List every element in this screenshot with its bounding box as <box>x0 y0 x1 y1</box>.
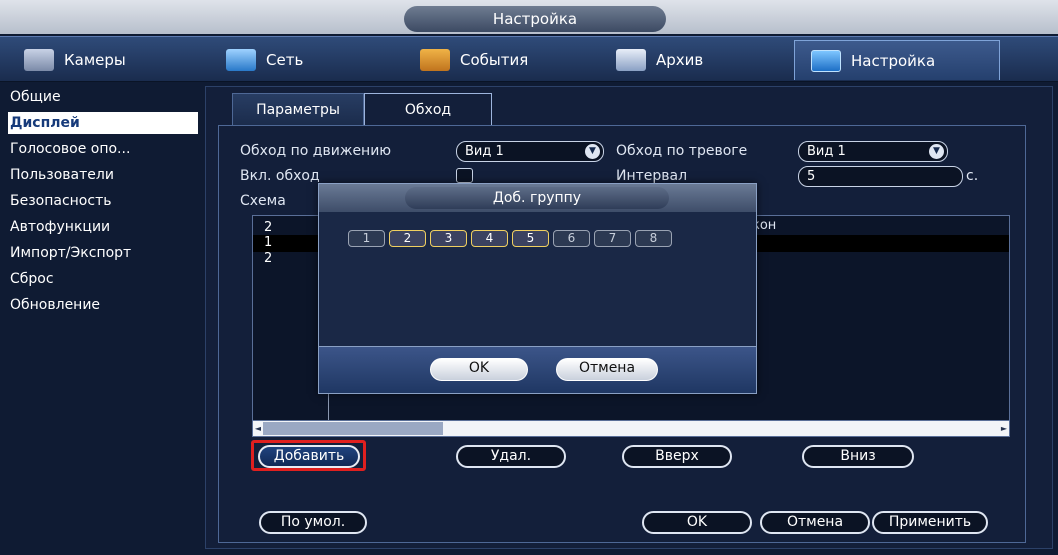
motion-tour-select[interactable]: Вид 1 ▼ <box>456 141 604 162</box>
move-down-button[interactable]: Вниз <box>802 445 914 468</box>
ok-button[interactable]: OK <box>642 511 752 534</box>
subtab-tour[interactable]: Обход <box>364 93 492 125</box>
list-row[interactable]: 2 <box>264 251 272 266</box>
alarm-tour-value: Вид 1 <box>807 144 846 159</box>
tab-archive[interactable]: Архив <box>600 40 790 80</box>
settings-icon <box>811 49 841 72</box>
dialog-footer: OK Отмена <box>319 346 756 393</box>
dialog-ok-button[interactable]: OK <box>430 358 528 381</box>
list-horizontal-scrollbar[interactable]: ◄ ► <box>252 420 1010 437</box>
sidebar-item-update[interactable]: Обновление <box>8 294 198 316</box>
interval-unit: с. <box>966 168 979 184</box>
scroll-left-icon[interactable]: ◄ <box>253 422 263 435</box>
tab-settings[interactable]: Настройка <box>794 40 1000 80</box>
tab-label: Сеть <box>266 51 304 69</box>
channel-checkbox-row: 1 2 3 4 5 6 7 8 <box>348 230 672 247</box>
sidebar-item-reset[interactable]: Сброс <box>8 268 198 290</box>
move-up-button[interactable]: Вверх <box>622 445 732 468</box>
channel-checkbox[interactable]: 1 <box>348 230 385 247</box>
apply-button[interactable]: Применить <box>872 511 988 534</box>
sidebar-item-general[interactable]: Общие <box>8 86 198 108</box>
chevron-down-icon: ▼ <box>585 144 600 159</box>
enable-tour-checkbox[interactable] <box>456 168 473 183</box>
interval-input[interactable]: 5 <box>798 166 963 187</box>
add-group-dialog: Доб. группу 1 2 3 4 5 6 7 8 OK Отмена <box>318 183 757 394</box>
motion-tour-value: Вид 1 <box>465 144 504 159</box>
network-icon <box>226 49 256 71</box>
window-title: Настройка <box>404 6 666 32</box>
channel-checkbox[interactable]: 7 <box>594 230 631 247</box>
dialog-header: Доб. группу <box>319 184 756 212</box>
title-bar: Настройка <box>0 0 1058 34</box>
channel-checkbox[interactable]: 6 <box>553 230 590 247</box>
archive-icon <box>616 49 646 71</box>
tab-events[interactable]: События <box>404 40 594 80</box>
tab-label: События <box>460 51 529 69</box>
list-row: 2 <box>264 220 273 235</box>
sidebar-item-voice[interactable]: Голосовое опо... <box>8 138 198 160</box>
channel-checkbox[interactable]: 3 <box>430 230 467 247</box>
dialog-title: Доб. группу <box>405 187 669 209</box>
motion-tour-label: Обход по движению <box>240 143 392 159</box>
sidebar-item-autofunctions[interactable]: Автофункции <box>8 216 198 238</box>
chevron-down-icon: ▼ <box>929 144 944 159</box>
cancel-button[interactable]: Отмена <box>760 511 870 534</box>
subtab-parameters[interactable]: Параметры <box>232 93 364 125</box>
tab-label: Камеры <box>64 51 126 69</box>
scroll-right-icon[interactable]: ► <box>999 422 1009 435</box>
sidebar-item-security[interactable]: Безопасность <box>8 190 198 212</box>
tab-cameras[interactable]: Камеры <box>8 40 198 80</box>
channel-checkbox[interactable]: 8 <box>635 230 672 247</box>
alarm-tour-label: Обход по тревоге <box>616 143 748 159</box>
dialog-cancel-button[interactable]: Отмена <box>556 358 658 381</box>
tab-label: Архив <box>656 51 704 69</box>
default-button[interactable]: По умол. <box>259 511 367 534</box>
highlight-box <box>251 440 366 471</box>
interval-label: Интервал <box>616 168 688 184</box>
alarm-tour-select[interactable]: Вид 1 ▼ <box>798 141 948 162</box>
sidebar-item-display[interactable]: Дисплей <box>8 112 198 134</box>
events-icon <box>420 49 450 71</box>
channel-checkbox[interactable]: 5 <box>512 230 549 247</box>
scroll-thumb[interactable] <box>263 422 443 435</box>
delete-button[interactable]: Удал. <box>456 445 566 468</box>
list-row[interactable]: 1 <box>264 235 272 250</box>
camera-icon <box>24 49 54 71</box>
enable-tour-label: Вкл. обход <box>240 168 320 184</box>
sidebar-item-users[interactable]: Пользователи <box>8 164 198 186</box>
channel-checkbox[interactable]: 2 <box>389 230 426 247</box>
sidebar-item-import-export[interactable]: Импорт/Экспорт <box>8 242 198 264</box>
channel-checkbox[interactable]: 4 <box>471 230 508 247</box>
scheme-label: Схема <box>240 193 286 209</box>
tab-label: Настройка <box>851 51 936 70</box>
tab-network[interactable]: Сеть <box>210 40 390 80</box>
